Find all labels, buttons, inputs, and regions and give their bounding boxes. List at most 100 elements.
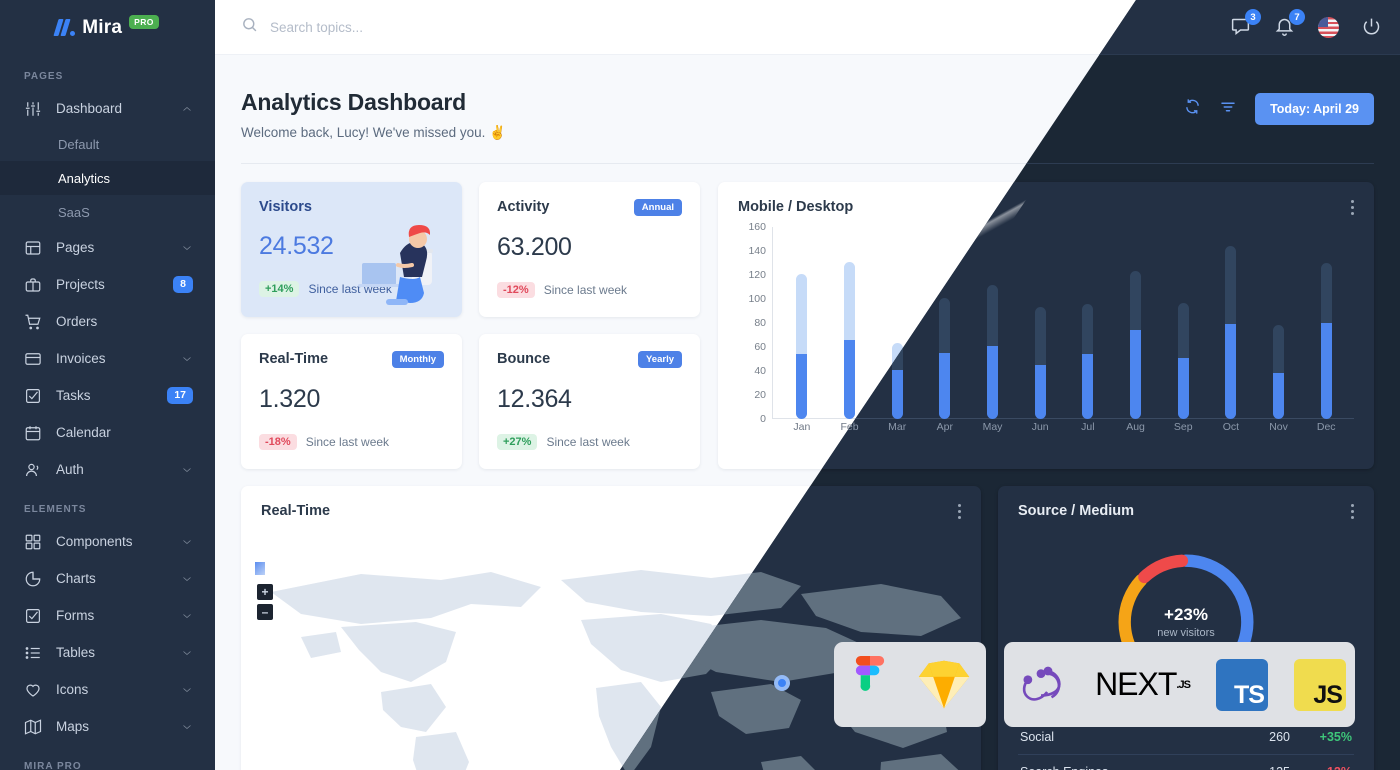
map-zoom-controls[interactable]: + –	[257, 584, 273, 624]
bar-segment-mobile	[891, 369, 903, 419]
sidebar-item-tables[interactable]: Tables	[0, 634, 215, 671]
sidebar-item-icons[interactable]: Icons	[0, 671, 215, 708]
y-axis-tick: 0	[760, 413, 766, 425]
sidebar-item-charts[interactable]: Charts	[0, 560, 215, 597]
pie-chart-icon	[24, 570, 42, 588]
sidebar-item-invoices[interactable]: Invoices	[0, 340, 215, 377]
logo-overlay-panel-1	[834, 642, 986, 727]
bar-segment-desktop	[1082, 303, 1094, 355]
sidebar-subitem-analytics[interactable]: Analytics	[0, 161, 215, 195]
stat-title: Activity	[497, 199, 550, 215]
map-marker-dark[interactable]	[774, 675, 790, 691]
stacked-bar[interactable]	[1130, 271, 1142, 419]
stat-note: Since last week	[546, 435, 630, 449]
notifications-icon[interactable]: 7	[1274, 9, 1305, 38]
grid-icon	[24, 533, 42, 551]
sidebar-item-label: Calendar	[56, 425, 111, 440]
sidebar-item-label: Tables	[56, 645, 96, 660]
sidebar-item-components[interactable]: Components	[0, 523, 215, 560]
bar-segment-desktop	[796, 273, 808, 355]
bar-column[interactable]	[1159, 227, 1207, 419]
x-axis-tick: Jun	[1031, 421, 1049, 433]
search-input[interactable]	[270, 19, 570, 35]
y-axis-tick: 20	[754, 389, 766, 401]
x-axis-tick: Aug	[1126, 421, 1145, 433]
stacked-bar[interactable]	[1034, 307, 1046, 419]
sidebar-item-label: Pages	[56, 240, 95, 255]
x-axis-tick: Jan	[793, 421, 811, 433]
bar-column[interactable]	[1302, 227, 1350, 419]
bar-column[interactable]	[969, 227, 1017, 419]
more-options-icon[interactable]	[1351, 199, 1354, 215]
sidebar-item-projects[interactable]: Projects 8	[0, 266, 215, 303]
stacked-bar[interactable]	[796, 273, 808, 419]
header-actions: 3 7	[1230, 9, 1382, 38]
us-flag-icon[interactable]	[1318, 16, 1339, 38]
sidebar-item-tasks[interactable]: Tasks 17	[0, 377, 215, 414]
chevron-down-icon	[181, 721, 193, 733]
more-options-icon[interactable]	[1351, 503, 1354, 519]
bar-column[interactable]	[778, 227, 826, 419]
bar-column[interactable]	[826, 227, 874, 419]
stat-value: 63.200	[497, 233, 572, 261]
table-row[interactable]: Search Engines125-12%	[1018, 754, 1354, 770]
stacked-bar[interactable]	[1225, 246, 1237, 419]
sidebar-item-dashboard[interactable]: Dashboard	[0, 90, 215, 127]
filter-icon[interactable]	[1219, 98, 1237, 121]
stacked-bar[interactable]	[1082, 303, 1094, 419]
stat-title: Real-Time	[259, 351, 329, 367]
stacked-bar[interactable]	[987, 284, 999, 419]
map-zoom-in-button[interactable]: +	[257, 584, 273, 600]
source-pct: -12%	[1290, 765, 1352, 770]
stat-chip: Annual	[633, 199, 682, 216]
refresh-icon[interactable]	[1184, 98, 1201, 120]
bar-column[interactable]	[1207, 227, 1255, 419]
stat-card-activity[interactable]: Activity Annual 63.200 -12% Since last w…	[479, 182, 700, 317]
sidebar-nav: PAGES Dashboard Default Analytics SaaS Pages P…	[0, 55, 215, 770]
stacked-bar[interactable]	[1320, 263, 1332, 419]
page-title: Analytics Dashboard	[241, 89, 466, 115]
bar-column[interactable]	[1016, 227, 1064, 419]
calendar-icon	[24, 424, 42, 442]
sidebar-subitem-saas[interactable]: SaaS	[0, 195, 215, 229]
sidebar-item-label: Maps	[56, 719, 90, 734]
sidebar-item-calendar[interactable]: Calendar	[0, 414, 215, 451]
stat-card-visitors[interactable]: Visitors 24.532 +14% Since last week	[241, 182, 462, 317]
bar-column[interactable]	[1064, 227, 1112, 419]
mira-logo-icon	[53, 19, 76, 36]
source-name: Search Engines	[1020, 765, 1228, 770]
sidebar-item-label: Forms	[56, 608, 95, 623]
sidebar-item-forms[interactable]: Forms	[0, 597, 215, 634]
bar-segment-desktop	[939, 297, 951, 354]
sidebar-subitem-default[interactable]: Default	[0, 127, 215, 161]
sidebar-item-orders[interactable]: Orders	[0, 303, 215, 340]
stacked-bar[interactable]	[1177, 302, 1189, 419]
bar-segment-desktop	[1130, 271, 1142, 331]
bar-segment-mobile	[1082, 354, 1094, 419]
today-date-button[interactable]: Today: April 29	[1255, 93, 1374, 125]
bar-column[interactable]	[1255, 227, 1303, 419]
sidebar-item-label: Dashboard	[56, 101, 123, 116]
more-options-icon[interactable]	[958, 503, 961, 519]
sidebar-item-auth[interactable]: Auth	[0, 451, 215, 488]
sidebar-item-label: Invoices	[56, 351, 106, 366]
power-icon[interactable]	[1361, 16, 1382, 38]
sidebar-item-pages[interactable]: Pages	[0, 229, 215, 266]
messages-icon[interactable]: 3	[1230, 9, 1261, 38]
stat-card-bounce[interactable]: Bounce Yearly 12.364 +27% Since last wee…	[479, 334, 700, 469]
brand-logo-area[interactable]: Mira PRO	[0, 0, 215, 55]
stacked-bar[interactable]	[1273, 325, 1285, 419]
stat-card-realtime[interactable]: Real-Time Monthly 1.320 -18% Since last …	[241, 334, 462, 469]
map-zoom-out-button[interactable]: –	[257, 604, 273, 620]
stat-delta: -12%	[497, 282, 535, 298]
bar-column[interactable]	[1112, 227, 1160, 419]
stacked-bar[interactable]	[844, 261, 855, 419]
nextjs-suffix: .JS	[1176, 678, 1190, 691]
layout-icon	[24, 239, 42, 257]
stat-title: Bounce	[497, 351, 551, 367]
stat-chip: Yearly	[638, 351, 682, 368]
stacked-bar[interactable]	[939, 297, 951, 419]
sidebar-item-maps[interactable]: Maps	[0, 708, 215, 745]
bar-segment-desktop	[1177, 302, 1189, 358]
sidebar: Mira PRO PAGES Dashboard Default Analytics S…	[0, 0, 215, 770]
